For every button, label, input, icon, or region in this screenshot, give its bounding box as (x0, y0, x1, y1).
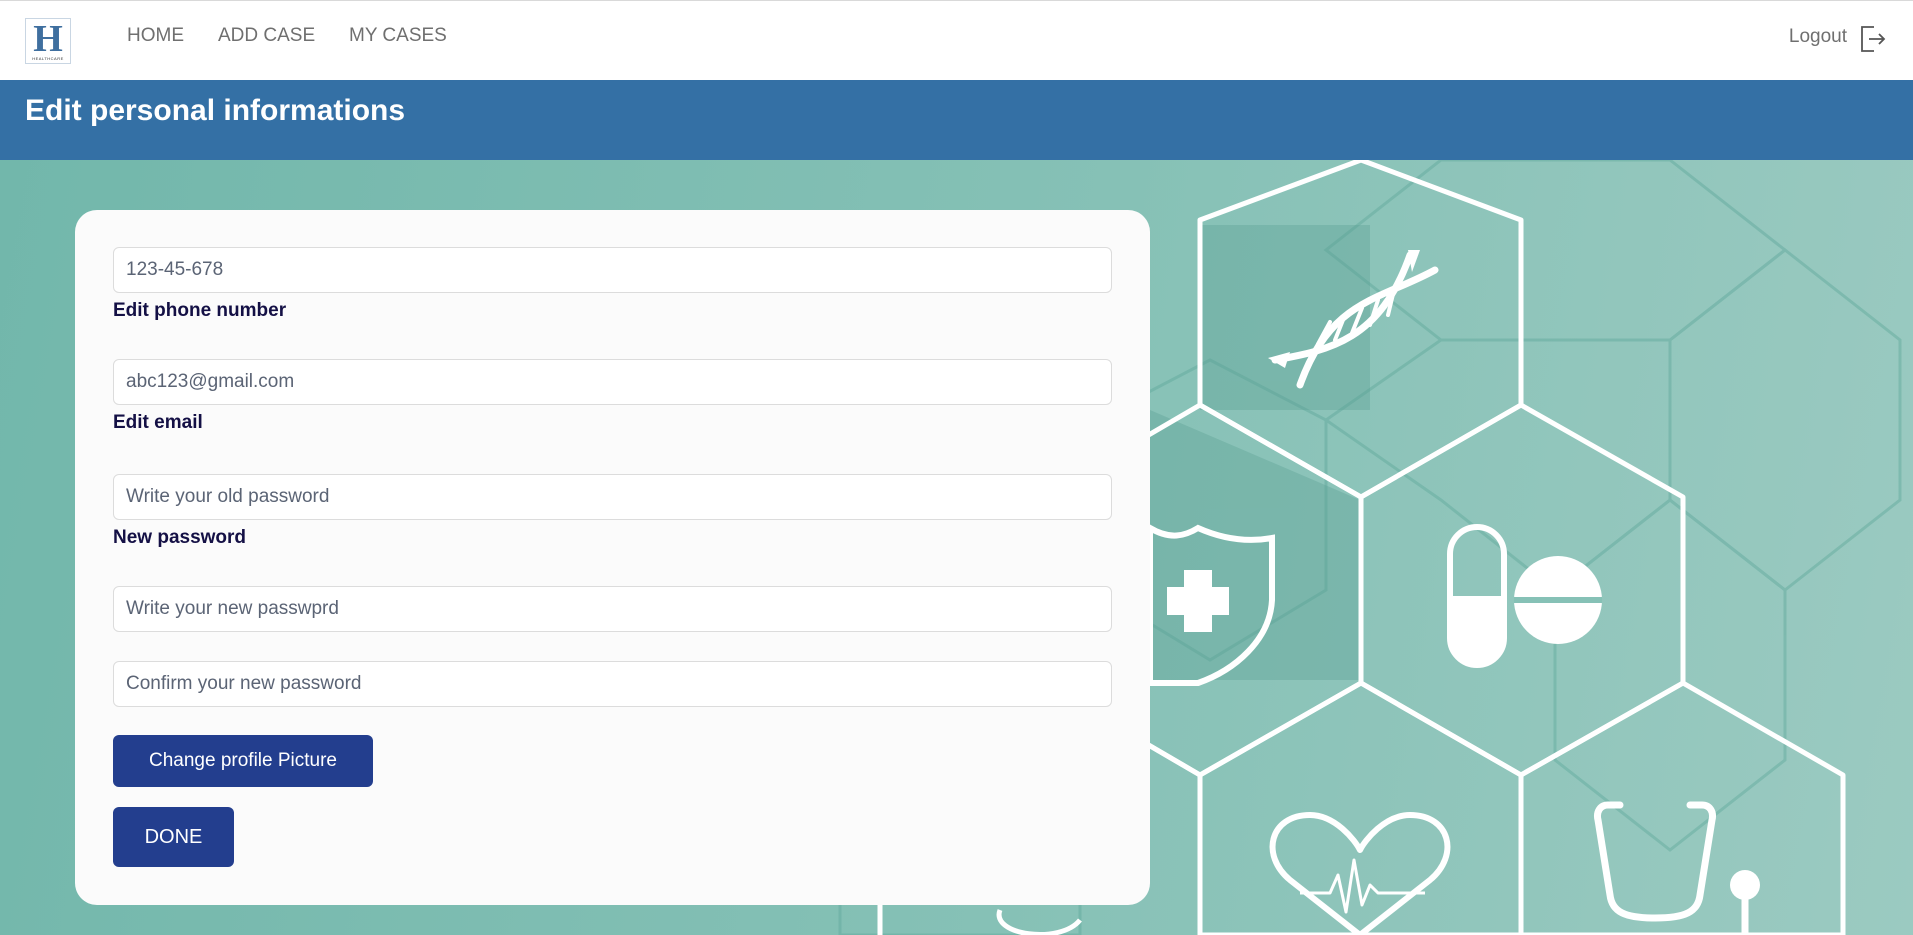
old-password-input[interactable] (113, 474, 1112, 520)
page-title: Edit personal informations (25, 94, 406, 127)
hex-stethoscope (1518, 680, 1846, 935)
logo-letter: H (33, 18, 63, 60)
new-password-label: New password (113, 527, 247, 548)
pill-icon (1447, 524, 1507, 668)
email-input[interactable] (113, 359, 1112, 405)
change-profile-picture-button[interactable]: Change profile Picture (113, 735, 373, 787)
top-navbar: H HEALTHCARE HOME ADD CASE MY CASES Logo… (0, 0, 1913, 80)
nav-home[interactable]: HOME (127, 25, 184, 47)
nav-add-case[interactable]: ADD CASE (218, 25, 315, 47)
new-password-input[interactable] (113, 586, 1112, 632)
tablet-icon (1514, 556, 1602, 644)
page-header-banner: Edit personal informations (0, 80, 1913, 160)
stethoscope-icon (1594, 801, 1760, 935)
logout-link[interactable]: Logout (1789, 26, 1847, 48)
done-button[interactable]: DONE (113, 807, 234, 867)
edit-profile-card: Edit phone number Edit email New passwor… (75, 210, 1150, 905)
phone-label: Edit phone number (113, 300, 287, 321)
logo-tagline: HEALTHCARE (32, 56, 64, 61)
nav-my-cases[interactable]: MY CASES (349, 25, 447, 47)
logout-icon[interactable] (1860, 25, 1886, 53)
heart-pulse-icon (1269, 812, 1451, 935)
confirm-password-input[interactable] (113, 661, 1112, 707)
phone-input[interactable] (113, 247, 1112, 293)
brand-logo[interactable]: H HEALTHCARE (25, 18, 71, 64)
email-label: Edit email (113, 412, 203, 433)
